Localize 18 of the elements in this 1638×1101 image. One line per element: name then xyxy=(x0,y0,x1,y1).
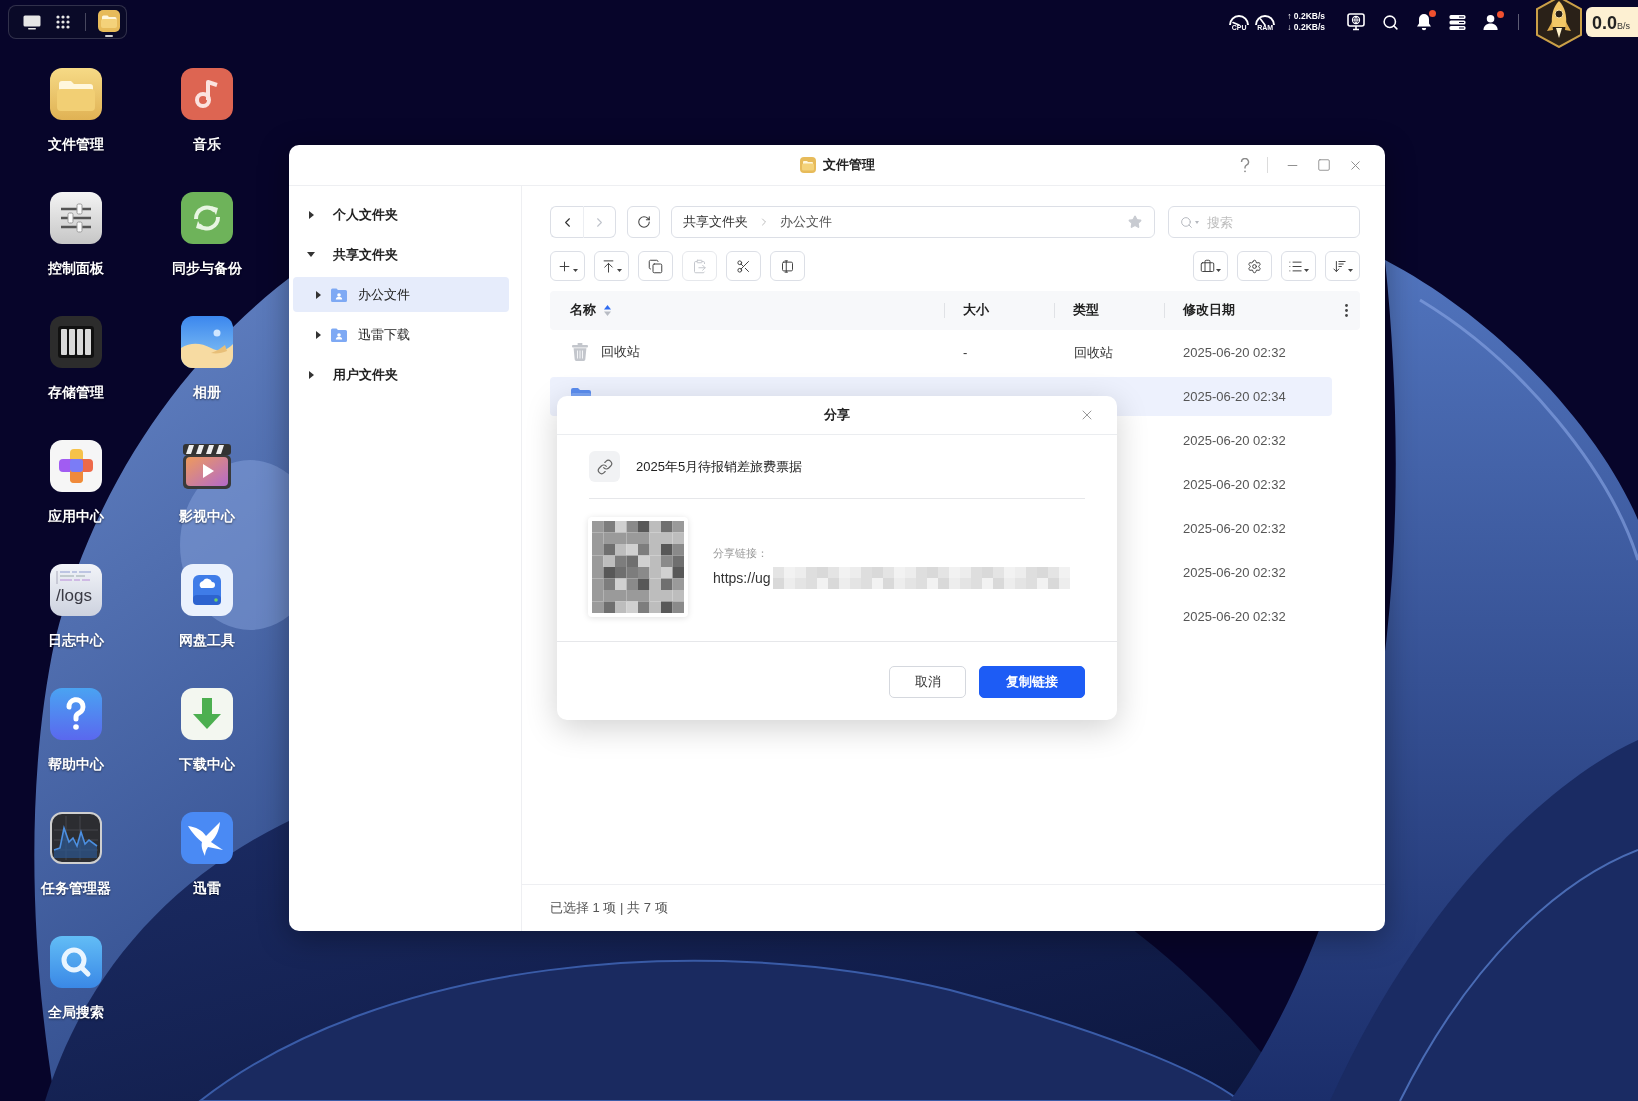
window-title: 文件管理 xyxy=(822,156,875,174)
file-size: - xyxy=(962,345,968,360)
link-label: 分享链接： xyxy=(713,546,769,561)
modified-date: 2025-06-20 02:32 xyxy=(1182,521,1286,536)
modified-date: 2025-06-20 02:32 xyxy=(1182,609,1286,624)
icon-caption: /logs xyxy=(56,586,93,606)
dialog-title: 分享 xyxy=(824,406,850,424)
modified-date: 2025-06-20 02:34 xyxy=(1182,389,1286,404)
selection-status: 已选择 1 项 | 共 7 项 xyxy=(550,899,668,917)
upload-speed: ↑ 0.2KB/s xyxy=(1287,11,1325,22)
modified-date: 2025-06-20 02:32 xyxy=(1182,345,1286,360)
modified-date: 2025-06-20 02:32 xyxy=(1182,433,1286,448)
file-name: 回收站 xyxy=(601,343,640,361)
speed-unit: B/s xyxy=(1617,21,1631,31)
download-speed: ↓ 0.2KB/s xyxy=(1287,22,1325,33)
shared-item-name: 2025年5月待报销差旅费票据 xyxy=(636,457,803,476)
speed-value: 0.0 xyxy=(1592,13,1618,33)
file-type: 回收站 xyxy=(1073,344,1113,360)
